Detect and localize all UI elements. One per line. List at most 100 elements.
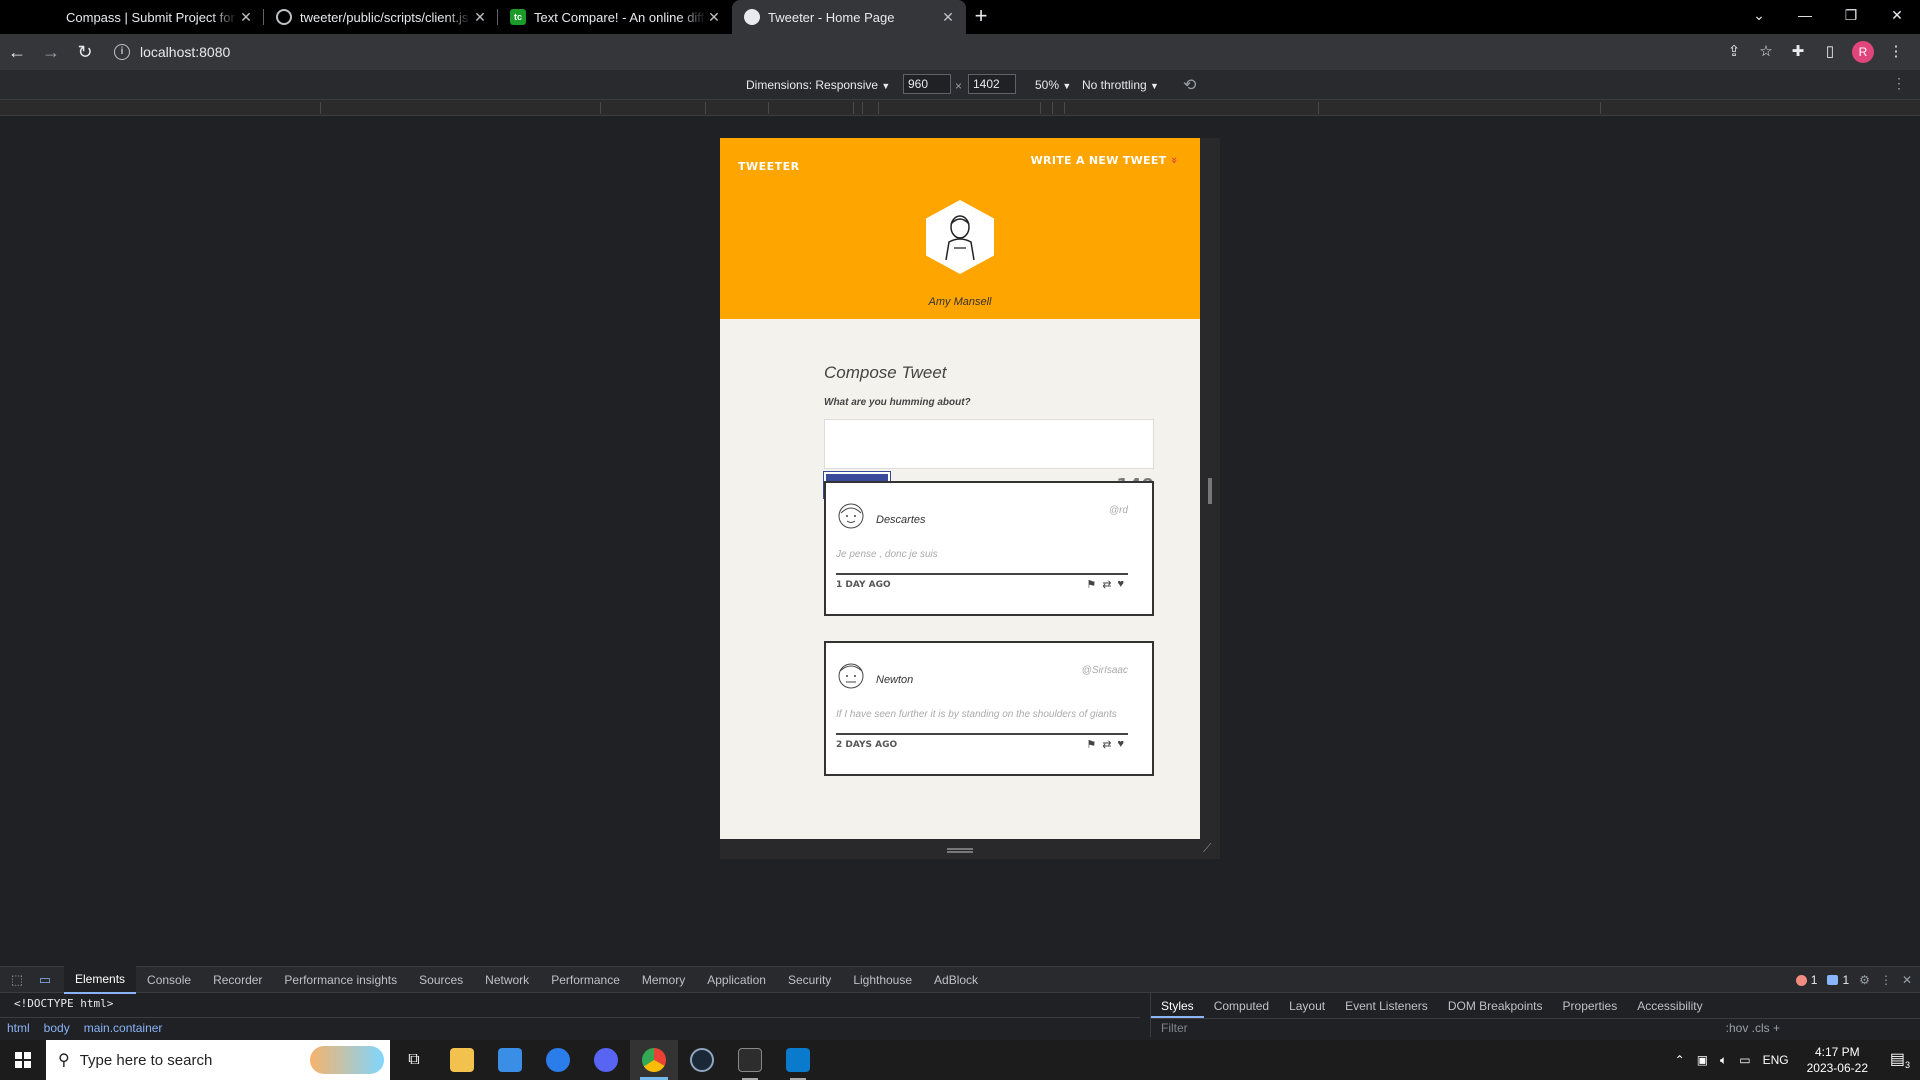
devtools-tab-sources[interactable]: Sources	[408, 967, 474, 993]
chrome-menu-icon[interactable]: ⋮	[1880, 38, 1912, 66]
tweet-actions: ⚑ ⇄ ♥	[1086, 738, 1124, 751]
start-button[interactable]	[0, 1040, 46, 1080]
write-new-tweet-link[interactable]: WRITE A NEW TWEET »	[1031, 154, 1181, 167]
vscode-icon[interactable]	[774, 1040, 822, 1080]
devtools-tab-performance[interactable]: Performance	[540, 967, 631, 993]
devtools-tab-console[interactable]: Console	[136, 967, 202, 993]
url-text[interactable]: localhost:8080	[140, 44, 230, 60]
browser-tab-compass[interactable]: Compass | Submit Project for Eva ✕	[30, 0, 264, 34]
usb-device-icon[interactable]: ▣	[1691, 1053, 1714, 1067]
microsoft-store-icon[interactable]	[486, 1040, 534, 1080]
media-query-ruler[interactable]	[0, 100, 1920, 116]
terminal-icon[interactable]	[726, 1040, 774, 1080]
taskbar-search[interactable]: ⚲ Type here to search	[46, 1040, 390, 1080]
close-tab-icon[interactable]: ✕	[706, 9, 722, 25]
devtools-tab-security[interactable]: Security	[777, 967, 842, 993]
styles-tab-properties[interactable]: Properties	[1553, 993, 1628, 1018]
browser-tab-tweeter[interactable]: Tweeter - Home Page ✕	[732, 0, 966, 34]
flag-icon[interactable]: ⚑	[1086, 738, 1096, 751]
profile-avatar[interactable]: R	[1852, 41, 1874, 63]
devtools-tab-recorder[interactable]: Recorder	[202, 967, 273, 993]
throttling-dropdown[interactable]: No throttling ▼	[1082, 78, 1159, 92]
retweet-icon[interactable]: ⇄	[1102, 738, 1111, 751]
devtools-tab-lighthouse[interactable]: Lighthouse	[842, 967, 923, 993]
devtools-menu-icon[interactable]: ⋮	[1880, 973, 1892, 987]
side-panel-icon[interactable]: ▯	[1814, 38, 1846, 66]
dimensions-dropdown[interactable]: Dimensions: Responsive ▼	[746, 78, 890, 92]
breadcrumb-html[interactable]: html	[7, 1018, 30, 1037]
dom-breadcrumb: html body main.container	[0, 1017, 1140, 1037]
bookmark-star-icon[interactable]: ☆	[1750, 38, 1782, 66]
user-avatar-icon	[945, 215, 975, 261]
browser-tab-text-compare[interactable]: tc Text Compare! - An online diff to ✕	[498, 0, 732, 34]
styles-tab-computed[interactable]: Computed	[1204, 993, 1279, 1018]
volume-icon[interactable]: 🔈︎	[1714, 1053, 1733, 1068]
viewport-height-input[interactable]	[968, 74, 1016, 94]
breadcrumb-main-container[interactable]: main.container	[84, 1018, 163, 1037]
viewport-resize-handle-bottom[interactable]	[947, 848, 973, 853]
back-icon[interactable]: ←	[0, 38, 34, 66]
viewport-width-input[interactable]	[903, 74, 951, 94]
discord-icon[interactable]	[582, 1040, 630, 1080]
address-bar[interactable]: i localhost:8080	[106, 38, 1710, 66]
app-blue-icon[interactable]	[534, 1040, 582, 1080]
tweet-textarea[interactable]	[824, 419, 1154, 469]
settings-gear-icon[interactable]: ⚙	[1859, 973, 1870, 987]
error-badge[interactable]: 1	[1795, 973, 1817, 987]
browser-tab-github[interactable]: tweeter/public/scripts/client.js at ✕	[264, 0, 498, 34]
heart-icon[interactable]: ♥	[1117, 738, 1124, 751]
retweet-icon[interactable]: ⇄	[1102, 578, 1111, 591]
chrome-icon[interactable]	[630, 1040, 678, 1080]
styles-tab-styles[interactable]: Styles	[1151, 993, 1204, 1018]
devtools-tab-adblock[interactable]: AdBlock	[923, 967, 989, 993]
site-info-icon[interactable]: i	[114, 44, 130, 60]
message-badge[interactable]: 1	[1827, 973, 1849, 987]
devtools-tab-network[interactable]: Network	[474, 967, 540, 993]
styles-tab-event-listeners[interactable]: Event Listeners	[1335, 993, 1438, 1018]
user-avatar-icon	[838, 663, 864, 689]
extensions-puzzle-icon[interactable]: ✚	[1782, 38, 1814, 66]
heart-icon[interactable]: ♥	[1117, 578, 1124, 591]
devtools-tab-memory[interactable]: Memory	[631, 967, 696, 993]
flag-icon[interactable]: ⚑	[1086, 578, 1096, 591]
close-tab-icon[interactable]: ✕	[472, 9, 488, 25]
taskbar-clock[interactable]: 4:17 PM 2023-06-22	[1795, 1044, 1880, 1076]
styles-tab-layout[interactable]: Layout	[1279, 993, 1335, 1018]
devtools-tab-elements[interactable]: Elements	[64, 965, 137, 994]
zoom-dropdown[interactable]: 50% ▼	[1035, 78, 1071, 92]
styles-tab-dom-breakpoints[interactable]: DOM Breakpoints	[1438, 993, 1553, 1018]
inspect-element-icon[interactable]: ⬚	[6, 972, 28, 988]
devtools-tabs: ⬚ ▭ Elements Console Recorder Performanc…	[0, 965, 1920, 994]
tray-overflow-chevron-icon[interactable]: ⌃	[1669, 1053, 1691, 1067]
viewport-resize-corner-icon[interactable]: ⟋	[1203, 842, 1215, 854]
minimize-icon[interactable]: —	[1782, 0, 1828, 30]
notification-center-icon[interactable]: ▤3	[1880, 1049, 1920, 1070]
devtools-tab-application[interactable]: Application	[696, 967, 777, 993]
task-view-icon[interactable]: ⧉	[390, 1040, 438, 1080]
style-filter-tools[interactable]: :hov .cls +	[1726, 1019, 1780, 1037]
device-toggle-icon[interactable]: ▭	[34, 972, 56, 988]
restore-icon[interactable]: ❐	[1828, 0, 1874, 30]
reload-icon[interactable]: ↻	[68, 38, 102, 66]
forward-icon[interactable]: →	[34, 38, 68, 66]
close-devtools-icon[interactable]: ✕	[1902, 973, 1912, 987]
dom-doctype-line[interactable]: <!DOCTYPE html>	[14, 997, 113, 1010]
styles-tab-accessibility[interactable]: Accessibility	[1627, 993, 1712, 1018]
file-explorer-icon[interactable]	[438, 1040, 486, 1080]
tab-search-icon[interactable]: ⌄	[1736, 0, 1782, 30]
breadcrumb-body[interactable]: body	[44, 1018, 70, 1037]
devtools-tab-performance-insights[interactable]: Performance insights	[273, 967, 408, 993]
close-window-icon[interactable]: ✕	[1874, 0, 1920, 30]
share-icon[interactable]: ⇪	[1718, 38, 1750, 66]
close-tab-icon[interactable]: ✕	[940, 9, 956, 25]
viewport-resize-handle-right[interactable]	[1208, 478, 1212, 504]
language-indicator[interactable]: ENG	[1757, 1053, 1795, 1067]
close-tab-icon[interactable]: ✕	[238, 9, 254, 25]
new-tab-button[interactable]: +	[966, 2, 996, 32]
device-more-icon[interactable]: ⋮	[1892, 75, 1906, 92]
rotate-icon[interactable]: ⟲	[1183, 75, 1196, 95]
steam-icon[interactable]	[678, 1040, 726, 1080]
styles-filter-input[interactable]: Filter :hov .cls +	[1151, 1019, 1920, 1037]
brand-logo[interactable]: TWEETER	[738, 160, 800, 173]
network-icon[interactable]: ▭	[1733, 1053, 1756, 1067]
